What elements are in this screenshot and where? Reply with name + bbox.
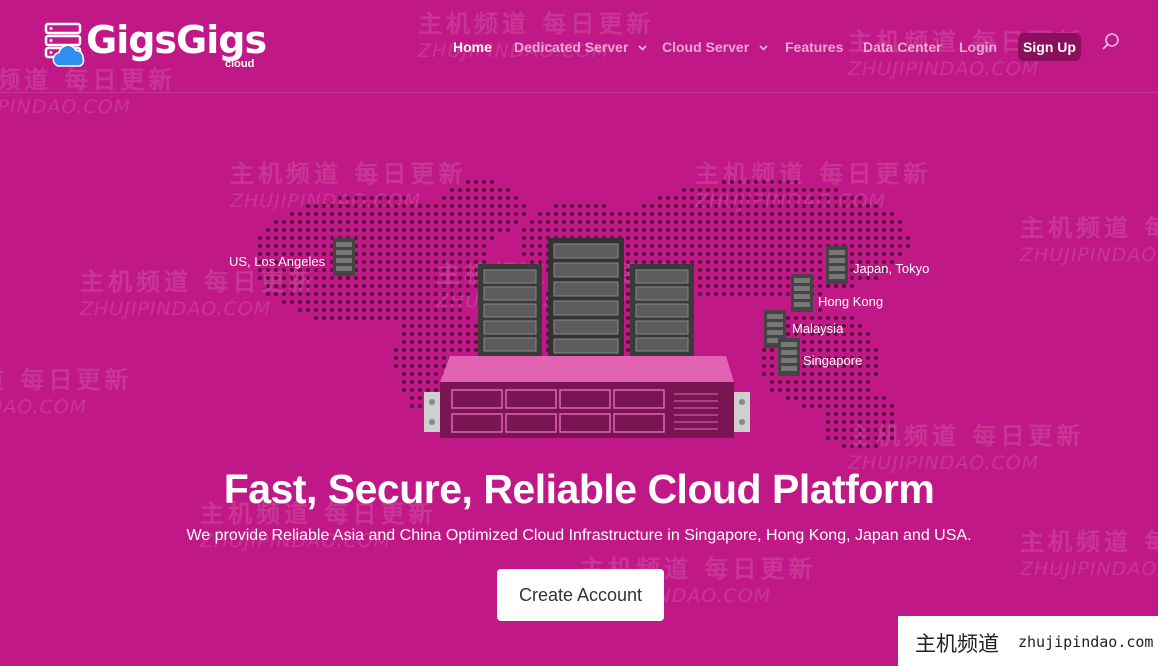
create-account-button[interactable]: Create Account [497,569,664,621]
badge-url-text: zhujipindao.com [1018,633,1154,651]
location-label-singapore: Singapore [803,353,863,368]
location-label-malaysia: Malaysia [792,321,844,336]
site-header: GigsGigs cloud Home Dedicated Server Clo… [0,0,1158,93]
nav-label: Dedicated Server [514,39,629,55]
hero-title: Fast, Secure, Reliable Cloud Platform [223,466,935,512]
watermark-badge: 主机频道 zhujipindao.com [898,616,1158,666]
chevron-down-icon [638,45,647,51]
server-cloud-icon [44,22,85,67]
watermark: 主机频道 每日更新ZHUJIPINDAO.COM [1020,214,1158,266]
server-icon [333,238,355,276]
nav-data-center[interactable]: Data Center [863,36,942,58]
brand-sub: cloud [225,58,255,70]
location-label-tokyo: Japan, Tokyo [853,261,930,276]
nav-home[interactable]: Home [453,36,492,58]
nav-login[interactable]: Login [959,36,997,58]
location-label-hong-kong: Hong Kong [818,294,884,309]
nav-cloud-server[interactable]: Cloud Server [662,36,768,58]
server-rack-illustration [424,238,750,438]
server-icon [778,338,800,376]
brand-logo[interactable]: GigsGigs cloud [44,18,267,72]
chevron-down-icon [759,45,768,51]
hero-illustration: US, Los Angeles Japan, Tokyo Hong Kong M… [200,160,960,470]
location-label-los-angeles: US, Los Angeles [229,254,326,269]
nav-dedicated-server[interactable]: Dedicated Server [514,36,647,58]
nav-label: Cloud Server [662,39,750,55]
search-icon[interactable] [1101,32,1121,52]
brand-name: GigsGigs [86,18,267,62]
signup-button[interactable]: Sign Up [1018,33,1081,61]
server-icon [791,274,813,312]
nav-features[interactable]: Features [785,36,843,58]
hero-subtitle: We provide Reliable Asia and China Optim… [186,527,972,544]
server-icon [826,246,848,284]
badge-cn-text: 主机频道 [915,632,999,656]
watermark: 主机频道 每日更新ZHUJIPINDAO.COM [0,366,133,418]
